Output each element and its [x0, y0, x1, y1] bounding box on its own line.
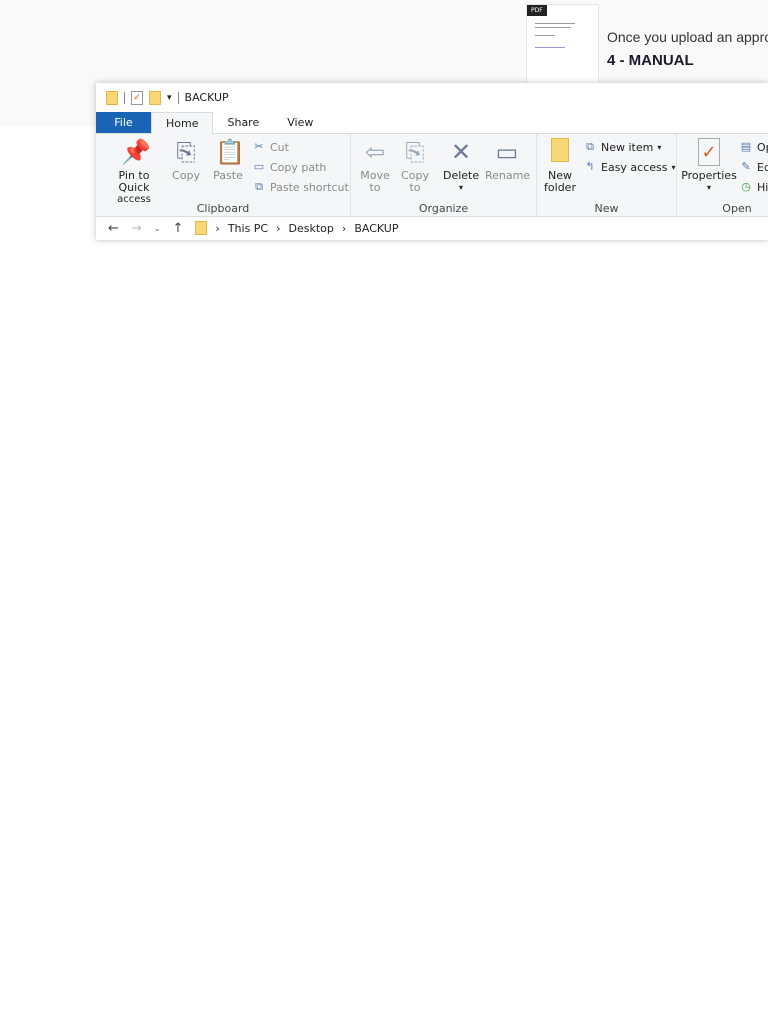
organize-group: ⇦ Move to ⎘ Copy to ✕ Delete ▾ ▭ Rename Organiz… [351, 134, 537, 217]
paste-shortcut-icon: ⧉ [255, 180, 263, 193]
label: Open [757, 140, 768, 154]
title-bar: ✓ ▾ BACKUP [96, 83, 768, 112]
label: Paste [213, 169, 243, 182]
history-button[interactable]: ◷ History [739, 180, 768, 194]
clipboard-group: 📌 Pin to Quick access ⎘ Copy 📋 Paste ✂ Cut ▭ C… [96, 134, 351, 217]
edit-button[interactable]: ✎ Edit [739, 160, 768, 174]
label: Delete [443, 169, 480, 182]
copy-to-icon: ⎘ [405, 138, 425, 166]
label: to [409, 181, 421, 194]
delete-x-icon: ✕ [450, 138, 472, 166]
open-button[interactable]: ▤ Open [739, 140, 768, 154]
group-label: Organize [418, 202, 469, 215]
group-label: Open [722, 202, 752, 215]
file-explorer-window: ✓ ▾ BACKUP File Home Share View 📌 Pin to … [96, 83, 768, 240]
breadcrumb-desktop[interactable]: Desktop [289, 222, 334, 235]
qat-dropdown-icon[interactable]: ▾ [167, 93, 172, 103]
edit-icon: ✎ [741, 160, 751, 173]
copy-path-button[interactable]: ▭ Copy path [252, 160, 327, 174]
folder-icon [106, 90, 118, 105]
label: Edit [757, 160, 768, 174]
copy-button[interactable]: ⎘ Copy [170, 138, 202, 182]
copy-icon: ⎘ [176, 138, 196, 166]
move-icon: ⇦ [364, 138, 386, 166]
move-to-button[interactable]: ⇦ Move to [357, 138, 393, 194]
pin-icon: 📌 [121, 138, 151, 166]
label: Rename [485, 169, 531, 182]
address-bar[interactable]: › This PC › Desktop › BACKUP [195, 221, 398, 235]
open-icon: ▤ [740, 140, 752, 153]
ribbon: 📌 Pin to Quick access ⎘ Copy 📋 Paste ✂ Cut ▭ C… [96, 134, 768, 217]
ribbon-tabs: File Home Share View [96, 112, 768, 134]
folder-icon [547, 138, 573, 166]
copy-to-button[interactable]: ⎘ Copy to [397, 138, 433, 194]
pin-to-quick-access-button[interactable]: 📌 Pin to Quick access [102, 138, 166, 206]
label: folder [544, 181, 576, 194]
label: Easy access [601, 160, 668, 174]
new-group: New folder ⧉ New item ▾ ↰ Easy access ▾ New [537, 134, 677, 217]
rename-button[interactable]: ▭ Rename [485, 138, 531, 182]
paste-button[interactable]: 📋 Paste [210, 138, 246, 182]
folder-icon [195, 221, 208, 235]
new-item-button[interactable]: ⧉ New item ▾ [583, 140, 661, 154]
tab-home[interactable]: Home [151, 112, 214, 134]
breadcrumb-this-pc[interactable]: This PC [228, 222, 268, 235]
label: New item [601, 140, 654, 154]
scissors-icon: ✂ [254, 140, 264, 153]
label: History [757, 180, 768, 194]
doc-description: Once you upload an approv [607, 29, 768, 45]
label: Copy path [270, 160, 327, 174]
label: Copy [172, 169, 200, 182]
label: Pin to Quick [118, 169, 150, 194]
breadcrumb-backup[interactable]: BACKUP [354, 222, 398, 235]
new-item-icon: ⧉ [586, 140, 594, 153]
clipboard-icon: 📋 [215, 138, 245, 166]
paste-shortcut-button[interactable]: ⧉ Paste shortcut [252, 180, 349, 194]
cut-button[interactable]: ✂ Cut [252, 140, 289, 154]
history-icon: ◷ [741, 180, 751, 193]
window-title: BACKUP [184, 91, 229, 104]
tab-view[interactable]: View [273, 112, 327, 133]
pdf-badge: PDF [527, 5, 547, 16]
copy-path-icon: ▭ [253, 160, 265, 173]
doc-title[interactable]: 4 - MANUAL [607, 52, 694, 69]
rename-icon: ▭ [495, 138, 519, 166]
up-arrow-icon[interactable]: ↑ [173, 221, 184, 236]
easy-access-icon: ↰ [585, 160, 595, 173]
open-group: ✓Properties▾ ▤Open ✎Edit ◷History Open [677, 134, 768, 217]
delete-button[interactable]: ✕ Delete ▾ [443, 138, 479, 194]
tab-file[interactable]: File [96, 112, 151, 133]
label: Paste shortcut [270, 180, 349, 194]
forward-arrow-icon[interactable]: → [131, 221, 142, 236]
properties-icon: ✓ [698, 138, 720, 166]
easy-access-button[interactable]: ↰ Easy access ▾ [583, 160, 675, 174]
label: Properties [681, 169, 737, 182]
recent-locations-chevron-icon[interactable]: ⌄ [154, 224, 161, 233]
pdf-thumbnail[interactable]: PDF [526, 4, 599, 84]
properties-button[interactable]: ✓ Properties ▾ [681, 138, 737, 194]
label: Cut [270, 140, 289, 154]
group-label: Clipboard [196, 202, 250, 215]
tab-share[interactable]: Share [213, 112, 273, 133]
back-arrow-icon[interactable]: ← [108, 221, 119, 236]
new-folder-button[interactable]: New folder [543, 138, 577, 194]
address-bar-row: ← → ⌄ ↑ › This PC › Desktop › BACKUP [96, 217, 768, 239]
label: to [369, 181, 381, 194]
properties-qat-icon[interactable]: ✓ [131, 90, 143, 105]
group-label: New [594, 202, 619, 215]
new-folder-qat-icon[interactable] [149, 90, 161, 105]
